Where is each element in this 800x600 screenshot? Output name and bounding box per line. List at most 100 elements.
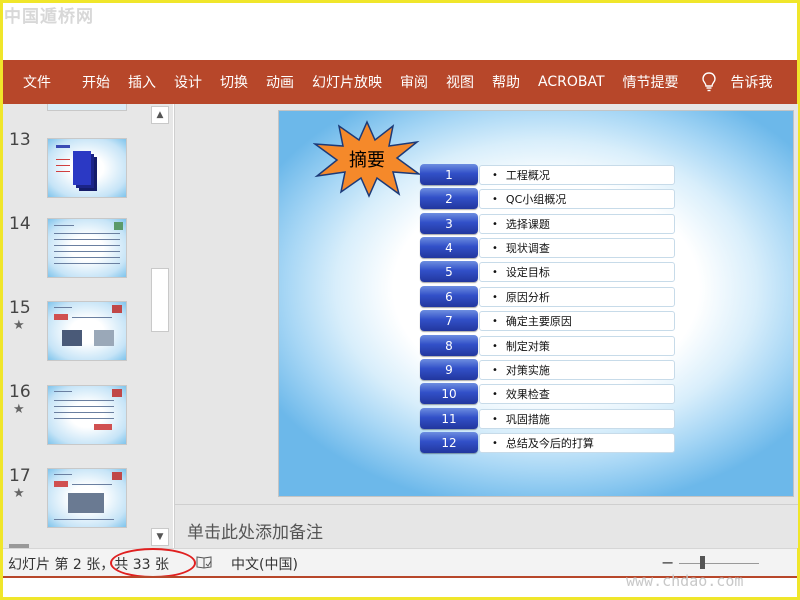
tab-slideshow[interactable]: 幻灯片放映 xyxy=(303,60,391,104)
thumbnail-row[interactable]: 16 ★ xyxy=(3,382,153,452)
agenda-label-box: • 巩固措施 xyxy=(479,409,675,429)
agenda-item[interactable]: 2 • QC小组概况 xyxy=(420,188,675,209)
notes-placeholder[interactable]: 单击此处添加备注 xyxy=(187,518,323,543)
slide-number: 13 xyxy=(9,130,31,150)
slide-number: 15 xyxy=(9,298,31,318)
agenda-number: 7 xyxy=(420,310,478,331)
scrollbar-thumb[interactable] xyxy=(151,268,169,332)
agenda-label-box: • 确定主要原因 xyxy=(479,311,675,331)
bullet-dot: • xyxy=(492,193,498,205)
agenda-item[interactable]: 6 • 原因分析 xyxy=(420,286,675,307)
agenda-label: 制定对策 xyxy=(505,340,550,353)
bullet-dot: • xyxy=(492,388,498,400)
slide-thumbnail[interactable] xyxy=(47,218,127,278)
zoom-slider[interactable] xyxy=(679,563,759,564)
agenda-label-box: • 总结及今后的打算 xyxy=(479,433,675,453)
ribbon-tabs: 文件 开始 插入 设计 切换 动画 幻灯片放映 审阅 视图 帮助 ACROBAT… xyxy=(3,60,797,104)
animation-star-icon: ★ xyxy=(13,318,25,333)
agenda-label: 现状调查 xyxy=(505,242,550,255)
tab-transitions[interactable]: 切换 xyxy=(211,60,257,104)
slide-number: 14 xyxy=(9,214,31,234)
zoom-out-button[interactable]: − xyxy=(661,553,674,572)
bullet-dot: • xyxy=(492,437,498,449)
agenda-number: 12 xyxy=(420,432,478,453)
bullet-dot: • xyxy=(492,364,498,376)
tab-animations[interactable]: 动画 xyxy=(257,60,303,104)
spellcheck-book-icon[interactable] xyxy=(196,555,212,569)
tab-home[interactable]: 开始 xyxy=(73,60,119,104)
agenda-item[interactable]: 7 • 确定主要原因 xyxy=(420,310,675,331)
tab-storyboard[interactable]: 情节提要 xyxy=(614,60,688,104)
agenda-number: 10 xyxy=(420,383,478,404)
tab-design[interactable]: 设计 xyxy=(165,60,211,104)
agenda-item[interactable]: 9 • 对策实施 xyxy=(420,359,675,380)
agenda-item[interactable]: 8 • 制定对策 xyxy=(420,335,675,356)
thumbnail-row[interactable]: 15 ★ xyxy=(3,298,153,368)
bullet-dot: • xyxy=(492,242,498,254)
slide-thumbnail[interactable] xyxy=(47,301,127,361)
scroll-down-arrow-icon[interactable]: ▼ xyxy=(151,528,169,546)
agenda-number: 3 xyxy=(420,213,478,234)
agenda-item[interactable]: 11 • 巩固措施 xyxy=(420,408,675,429)
summary-title: 摘要 xyxy=(349,150,385,171)
watermark-bottom: www.chdao.com xyxy=(626,572,744,590)
agenda-label-box: • 制定对策 xyxy=(479,336,675,356)
slide-thumbnail[interactable] xyxy=(47,468,127,528)
agenda-number: 4 xyxy=(420,237,478,258)
thumbnail-row[interactable]: 13 xyxy=(3,130,153,200)
agenda-label-box: • 选择课题 xyxy=(479,214,675,234)
agenda-label: 原因分析 xyxy=(505,291,550,304)
agenda-number: 2 xyxy=(420,188,478,209)
tab-view[interactable]: 视图 xyxy=(437,60,483,104)
slide-thumbnail-pane: 13 14 15 ★ 16 ★ 17 ★ xyxy=(3,104,173,548)
scroll-up-arrow-icon[interactable]: ▲ xyxy=(151,106,169,124)
agenda-label: 总结及今后的打算 xyxy=(505,437,594,450)
agenda-item[interactable]: 3 • 选择课题 xyxy=(420,213,675,234)
animation-star-icon: ★ xyxy=(13,486,25,501)
agenda-label: 设定目标 xyxy=(505,266,550,279)
bullet-dot: • xyxy=(492,413,498,425)
slide-thumbnail[interactable] xyxy=(47,385,127,445)
agenda-label-box: • 设定目标 xyxy=(479,262,675,282)
tab-acrobat[interactable]: ACROBAT xyxy=(529,60,614,104)
agenda-label-box: • 现状调查 xyxy=(479,238,675,258)
agenda-item[interactable]: 5 • 设定目标 xyxy=(420,261,675,282)
agenda-label: 巩固措施 xyxy=(505,413,550,426)
agenda-number: 11 xyxy=(420,408,478,429)
tab-insert[interactable]: 插入 xyxy=(119,60,165,104)
thumbnail-partial[interactable] xyxy=(47,104,127,111)
thumbnail-scrollbar[interactable]: ▲ ▼ xyxy=(149,104,169,548)
tab-review[interactable]: 审阅 xyxy=(391,60,437,104)
notes-divider[interactable] xyxy=(175,504,798,505)
agenda-item[interactable]: 1 • 工程概况 xyxy=(420,164,675,185)
bullet-dot: • xyxy=(492,340,498,352)
tab-file[interactable]: 文件 xyxy=(3,60,73,104)
thumbnail-row[interactable]: 17 ★ xyxy=(3,466,153,536)
agenda-label: 确定主要原因 xyxy=(505,315,572,328)
agenda-number: 5 xyxy=(420,261,478,282)
bullet-dot: • xyxy=(492,291,498,303)
agenda-number: 1 xyxy=(420,164,478,185)
tell-me-search[interactable]: 告诉我 xyxy=(722,60,782,104)
agenda-number: 9 xyxy=(420,359,478,380)
agenda-number: 8 xyxy=(420,335,478,356)
current-slide[interactable]: 摘要 1 • 工程概况 2 • QC小组概况 3 • 选择课题 4 • 现状调查 5 •… xyxy=(278,110,794,497)
agenda-label: 选择课题 xyxy=(505,218,550,231)
animation-star-icon: ★ xyxy=(13,402,25,417)
agenda-label: 对策实施 xyxy=(505,364,550,377)
bullet-dot: • xyxy=(492,169,498,181)
agenda-item[interactable]: 10 • 效果检查 xyxy=(420,383,675,404)
agenda-item[interactable]: 12 • 总结及今后的打算 xyxy=(420,432,675,453)
slide-number: 17 xyxy=(9,466,31,486)
slide-number: 16 xyxy=(9,382,31,402)
agenda-label-box: • QC小组概况 xyxy=(479,189,675,209)
slide-thumbnail[interactable] xyxy=(47,138,127,198)
tab-help[interactable]: 帮助 xyxy=(483,60,529,104)
zoom-slider-knob[interactable] xyxy=(700,556,705,569)
language-status[interactable]: 中文(中国) xyxy=(231,554,298,574)
slide-edit-pane: 摘要 1 • 工程概况 2 • QC小组概况 3 • 选择课题 4 • 现状调查 5 •… xyxy=(174,104,798,548)
agenda-item[interactable]: 4 • 现状调查 xyxy=(420,237,675,258)
thumbnail-row[interactable]: 14 xyxy=(3,214,153,284)
agenda-label: QC小组概况 xyxy=(505,193,567,206)
lightbulb-icon[interactable] xyxy=(688,72,722,92)
